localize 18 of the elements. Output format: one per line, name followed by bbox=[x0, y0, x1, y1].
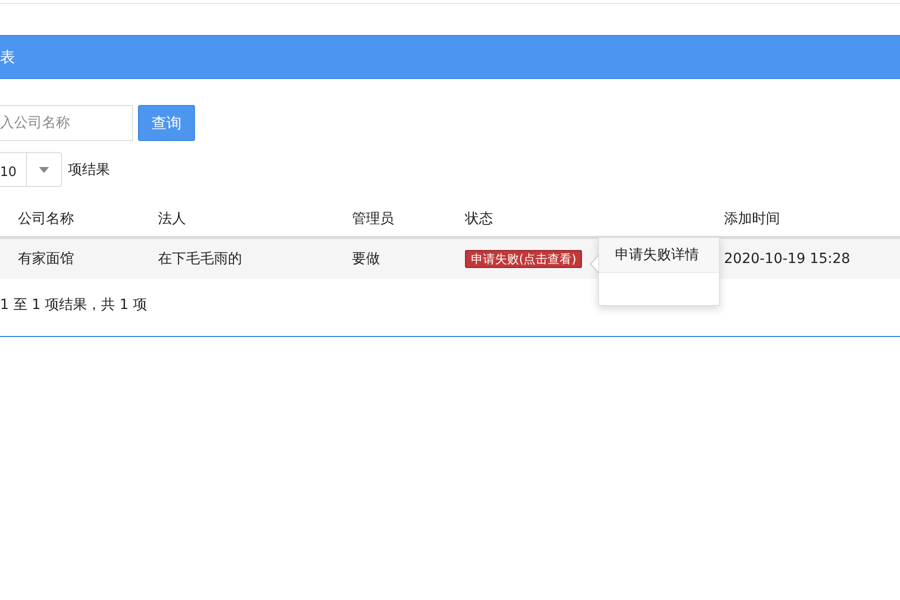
column-header: 公司名称 bbox=[18, 210, 74, 226]
search-field[interactable]: 入公司名称 bbox=[0, 105, 133, 141]
table-cell: 2020-10-19 15:28 bbox=[724, 251, 850, 267]
table-cell: 要做 bbox=[352, 251, 380, 267]
page-size-label: 项结果 bbox=[68, 160, 110, 178]
column-header: 添加时间 bbox=[724, 210, 780, 226]
column-header: 管理员 bbox=[352, 210, 394, 226]
search-button[interactable]: 查询 bbox=[138, 105, 195, 141]
column-header: 法人 bbox=[158, 210, 186, 226]
caret-icon bbox=[39, 166, 49, 172]
page-size-select[interactable]: 10 bbox=[0, 152, 62, 187]
popover-title: 申请失败详情 bbox=[599, 238, 719, 272]
table-info: 1 至 1 项结果，共 1 项 bbox=[0, 296, 148, 314]
status-badge[interactable]: 申请失败(点击查看) bbox=[465, 250, 582, 268]
table-cell: 有家面馆 bbox=[18, 251, 74, 267]
column-header: 状态 bbox=[465, 210, 493, 226]
panel-title: 表 bbox=[0, 48, 15, 66]
table-cell: 在下毛毛雨的 bbox=[158, 251, 242, 267]
